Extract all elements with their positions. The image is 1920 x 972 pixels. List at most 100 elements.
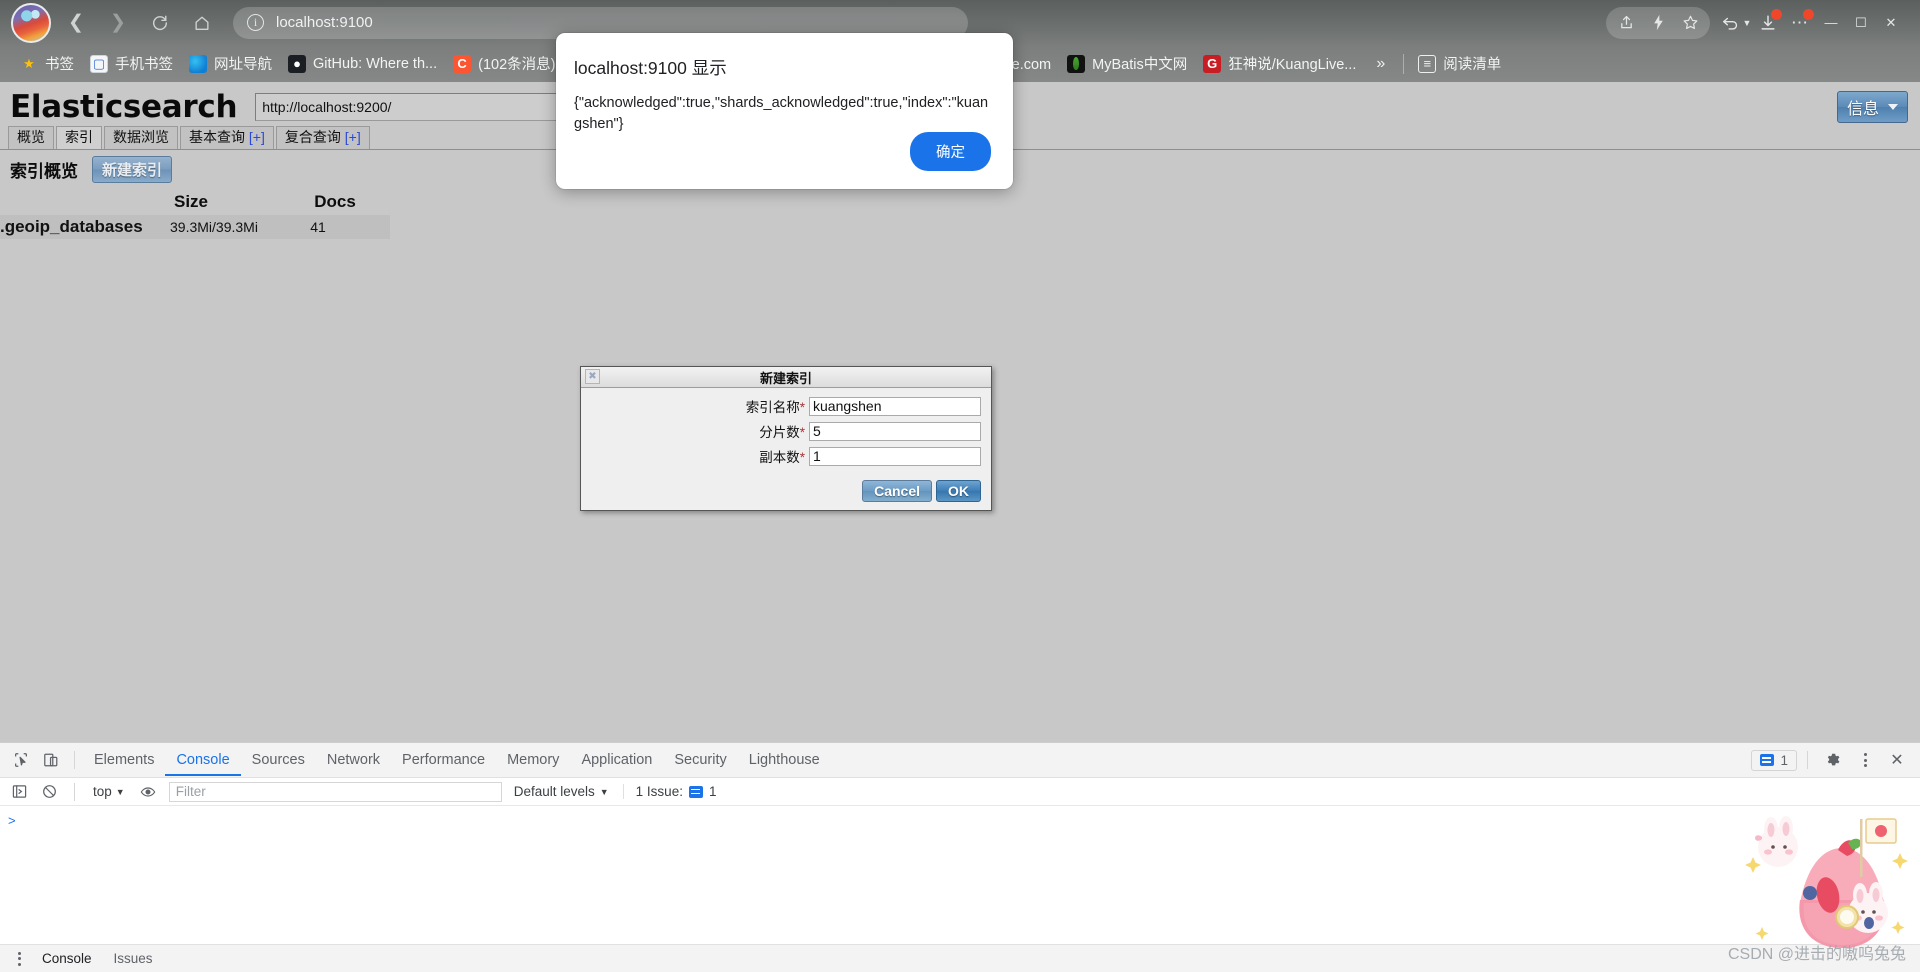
reading-list-label: 阅读清单 [1443, 57, 1502, 73]
chevron-down-icon: ▼ [115, 786, 125, 797]
table-header-row: Size Docs [0, 189, 390, 215]
tab-application[interactable]: Application [570, 745, 663, 776]
required-marker: * [799, 400, 805, 415]
bookmarks-overflow-button[interactable]: » [1364, 55, 1397, 73]
required-marker: * [799, 425, 805, 440]
site-info-icon[interactable]: i [247, 14, 264, 31]
device-toolbar-icon[interactable] [36, 746, 66, 774]
reload-icon[interactable] [143, 6, 177, 40]
tab-console[interactable]: Console [165, 745, 240, 776]
tab-sources[interactable]: Sources [241, 745, 316, 776]
divider [1807, 751, 1808, 769]
bookmark-item-mybatis[interactable]: MyBatis中文网 [1059, 50, 1195, 78]
table-row[interactable]: .geoip_databases 39.3Mi/39.3Mi 41 [0, 215, 390, 239]
index-docs-cell: 41 [308, 215, 390, 239]
favorite-star-icon[interactable] [1674, 7, 1706, 39]
divider [74, 751, 75, 769]
tab-performance[interactable]: Performance [391, 745, 496, 776]
tab-security[interactable]: Security [663, 745, 737, 776]
profile-avatar[interactable] [11, 2, 51, 43]
kebab-menu-icon[interactable] [1850, 746, 1880, 774]
tab-memory[interactable]: Memory [496, 745, 570, 776]
replicas-input[interactable]: 1 [809, 446, 981, 466]
back-arrow-icon[interactable]: ❮ [59, 6, 93, 40]
context-label: top [93, 784, 112, 799]
issue-icon [1760, 754, 1775, 766]
tab-lighthouse[interactable]: Lighthouse [738, 745, 831, 776]
update-badge [1803, 8, 1814, 20]
mybatis-icon [1067, 54, 1086, 73]
clear-console-icon[interactable] [36, 780, 62, 804]
flash-icon[interactable] [1642, 7, 1674, 39]
bookmark-label: 狂神说/KuangLive... [1228, 57, 1357, 73]
alert-message: {"acknowledged":true,"shards_acknowledge… [574, 95, 989, 132]
issues-badge[interactable]: 1 [1751, 749, 1797, 771]
devtools-panel: Elements Console Sources Network Perform… [0, 742, 1920, 972]
ok-button[interactable]: OK [936, 480, 981, 502]
bookmark-item-kuangshen[interactable]: G 狂神说/KuangLive... [1195, 50, 1364, 78]
bookmark-item-mobile[interactable]: ▢ 手机书签 [82, 50, 181, 78]
console-filter-input[interactable]: Filter [168, 781, 502, 802]
info-dropdown-button[interactable]: 信息 [1836, 91, 1908, 123]
expand-plus-icon[interactable]: [+] [345, 129, 361, 145]
tab-elements[interactable]: Elements [83, 745, 165, 776]
inspect-element-icon[interactable] [6, 746, 36, 774]
drawer-tab-console[interactable]: Console [32, 947, 102, 970]
drawer-kebab-menu-icon[interactable] [8, 951, 30, 966]
gear-icon[interactable] [1818, 746, 1848, 774]
tab-network[interactable]: Network [316, 745, 391, 776]
field-row-shards: 分片数* 5 [591, 421, 981, 441]
bookmark-item-nav[interactable]: 网址导航 [181, 50, 280, 78]
tab-data-browse[interactable]: 数据浏览 [104, 126, 178, 149]
history-back-icon[interactable]: ▼ [1720, 7, 1752, 39]
console-output-area[interactable]: > [0, 806, 1920, 928]
console-toolbar: top ▼ Filter Default levels ▼ 1 Issue: 1 [0, 778, 1920, 806]
drawer-tab-issues[interactable]: Issues [104, 947, 163, 970]
close-icon[interactable]: ✖ [585, 369, 600, 384]
new-index-dialog: ✖ 新建索引 索引名称* kuangshen 分片数* 5 副本数* 1 Can… [580, 366, 992, 511]
levels-label: Default levels [513, 784, 595, 799]
index-table: Size Docs .geoip_databases 39.3Mi/39.3Mi… [0, 189, 390, 239]
execution-context-selector[interactable]: top ▼ [87, 784, 131, 799]
forward-arrow-icon[interactable]: ❯ [101, 6, 135, 40]
expand-plus-icon[interactable]: [+] [249, 129, 265, 145]
index-name-cell[interactable]: .geoip_databases [0, 215, 168, 239]
issues-count: 1 [708, 784, 717, 799]
log-levels-selector[interactable]: Default levels ▼ [514, 784, 609, 799]
new-index-button[interactable]: 新建索引 [92, 156, 173, 183]
cancel-button[interactable]: Cancel [862, 480, 932, 502]
issues-label: 1 Issue: [635, 784, 683, 799]
tab-basic-query[interactable]: 基本查询 [+] [180, 126, 274, 149]
bookmark-item-shuqian[interactable]: ★ 书签 [12, 50, 82, 78]
downloads-icon[interactable] [1752, 7, 1784, 39]
kuang-icon: G [1203, 54, 1222, 73]
field-label: 分片数* [759, 425, 805, 440]
maximize-button[interactable]: ☐ [1846, 8, 1876, 38]
tab-composite-query[interactable]: 复合查询 [+] [275, 126, 370, 149]
bookmark-item-github[interactable]: ● GitHub: Where th... [280, 50, 445, 78]
devtools-drawer-tabs: Console Issues [0, 944, 1920, 972]
required-marker: * [799, 450, 805, 465]
index-name-input[interactable]: kuangshen [809, 396, 981, 416]
quick-actions-group [1606, 6, 1710, 39]
alert-title: localhost:9100 显示 [574, 58, 727, 78]
chevron-down-icon [1888, 104, 1898, 110]
close-window-button[interactable]: ✕ [1876, 8, 1906, 38]
console-issues-link[interactable]: 1 Issue: 1 [622, 784, 717, 799]
reading-list-button[interactable]: ≡ 阅读清单 [1410, 50, 1509, 78]
more-menu-icon[interactable]: ⋯ [1784, 7, 1816, 39]
col-header-name [0, 189, 168, 215]
tab-indices[interactable]: 索引 [56, 126, 102, 149]
share-icon[interactable] [1610, 7, 1642, 39]
close-devtools-icon[interactable]: ✕ [1882, 746, 1912, 774]
bookmark-label: GitHub: Where th... [313, 55, 438, 72]
alert-confirm-button[interactable]: 确定 [910, 132, 991, 171]
csdn-icon: C [453, 54, 472, 73]
star-icon: ★ [23, 55, 35, 71]
shards-input[interactable]: 5 [809, 421, 981, 441]
live-expression-icon[interactable] [135, 780, 161, 804]
minimize-button[interactable]: — [1816, 8, 1846, 38]
execute-console-icon[interactable] [6, 780, 32, 804]
tab-overview[interactable]: 概览 [8, 126, 54, 149]
home-icon[interactable] [185, 6, 219, 40]
